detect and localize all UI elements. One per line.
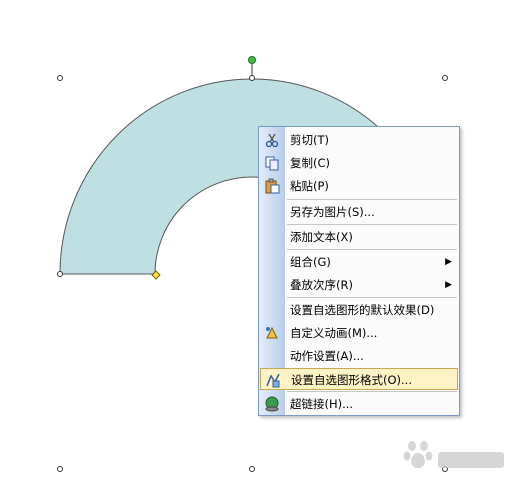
menu-item-action-settings[interactable]: 动作设置(A)... xyxy=(260,345,458,367)
menu-item-label: 另存为图片(S)... xyxy=(290,205,375,219)
menu-item-label: 设置自选图形的默认效果(D) xyxy=(290,303,435,317)
menu-item-hyperlink[interactable]: 超链接(H)... xyxy=(260,393,458,415)
watermark-logo xyxy=(403,441,504,468)
menu-item-label: 自定义动画(M)... xyxy=(290,326,378,340)
menu-separator xyxy=(287,297,457,298)
copy-icon xyxy=(265,156,279,171)
menu-item-label: 设置自选图形格式(O)... xyxy=(291,373,412,387)
menu-separator xyxy=(287,391,457,392)
menu-item-label: 动作设置(A)... xyxy=(290,349,364,363)
menu-item-order[interactable]: 叠放次序(R) ▶ xyxy=(260,274,458,296)
menu-separator xyxy=(287,224,457,225)
menu-item-label: 剪切(T) xyxy=(290,133,329,147)
menu-item-custom-animation[interactable]: 自定义动画(M)... xyxy=(260,322,458,344)
menu-item-label: 复制(C) xyxy=(290,156,331,170)
menu-item-label: 粘贴(P) xyxy=(290,179,329,193)
resize-handle-bottom-left[interactable] xyxy=(57,466,63,472)
format-shape-icon xyxy=(266,373,280,388)
animation-icon xyxy=(266,326,278,339)
submenu-arrow-icon: ▶ xyxy=(445,257,452,267)
rotation-handle[interactable] xyxy=(248,56,256,64)
menu-item-save-as-picture[interactable]: 另存为图片(S)... xyxy=(260,201,458,223)
hyperlink-icon xyxy=(265,396,279,412)
menu-item-copy[interactable]: 复制(C) xyxy=(260,152,458,174)
menu-item-set-default-effect[interactable]: 设置自选图形的默认效果(D) xyxy=(260,299,458,321)
menu-item-group[interactable]: 组合(G) ▶ xyxy=(260,251,458,273)
scissors-icon xyxy=(265,133,279,148)
resize-handle-top[interactable] xyxy=(249,75,255,81)
submenu-arrow-icon: ▶ xyxy=(445,280,452,290)
menu-item-label: 添加文本(X) xyxy=(290,230,353,244)
menu-item-label: 组合(G) xyxy=(290,255,331,269)
menu-separator xyxy=(287,249,457,250)
menu-item-cut[interactable]: 剪切(T) xyxy=(260,129,458,151)
menu-item-label: 超链接(H)... xyxy=(290,397,354,411)
paste-icon xyxy=(265,178,280,194)
menu-item-label: 叠放次序(R) xyxy=(290,278,353,292)
context-menu: 剪切(T) 复制(C) 粘贴(P) 另存为图片(S)... 添加文本(X) 组合… xyxy=(258,126,460,416)
menu-item-paste[interactable]: 粘贴(P) xyxy=(260,175,458,197)
resize-handle-top-right[interactable] xyxy=(442,75,448,81)
resize-handle-top-left[interactable] xyxy=(57,75,63,81)
resize-handle-left[interactable] xyxy=(57,271,63,277)
menu-separator xyxy=(287,199,457,200)
menu-item-add-text[interactable]: 添加文本(X) xyxy=(260,226,458,248)
resize-handle-bottom[interactable] xyxy=(249,466,255,472)
menu-item-format-autoshape[interactable]: 设置自选图形格式(O)... xyxy=(260,368,458,390)
